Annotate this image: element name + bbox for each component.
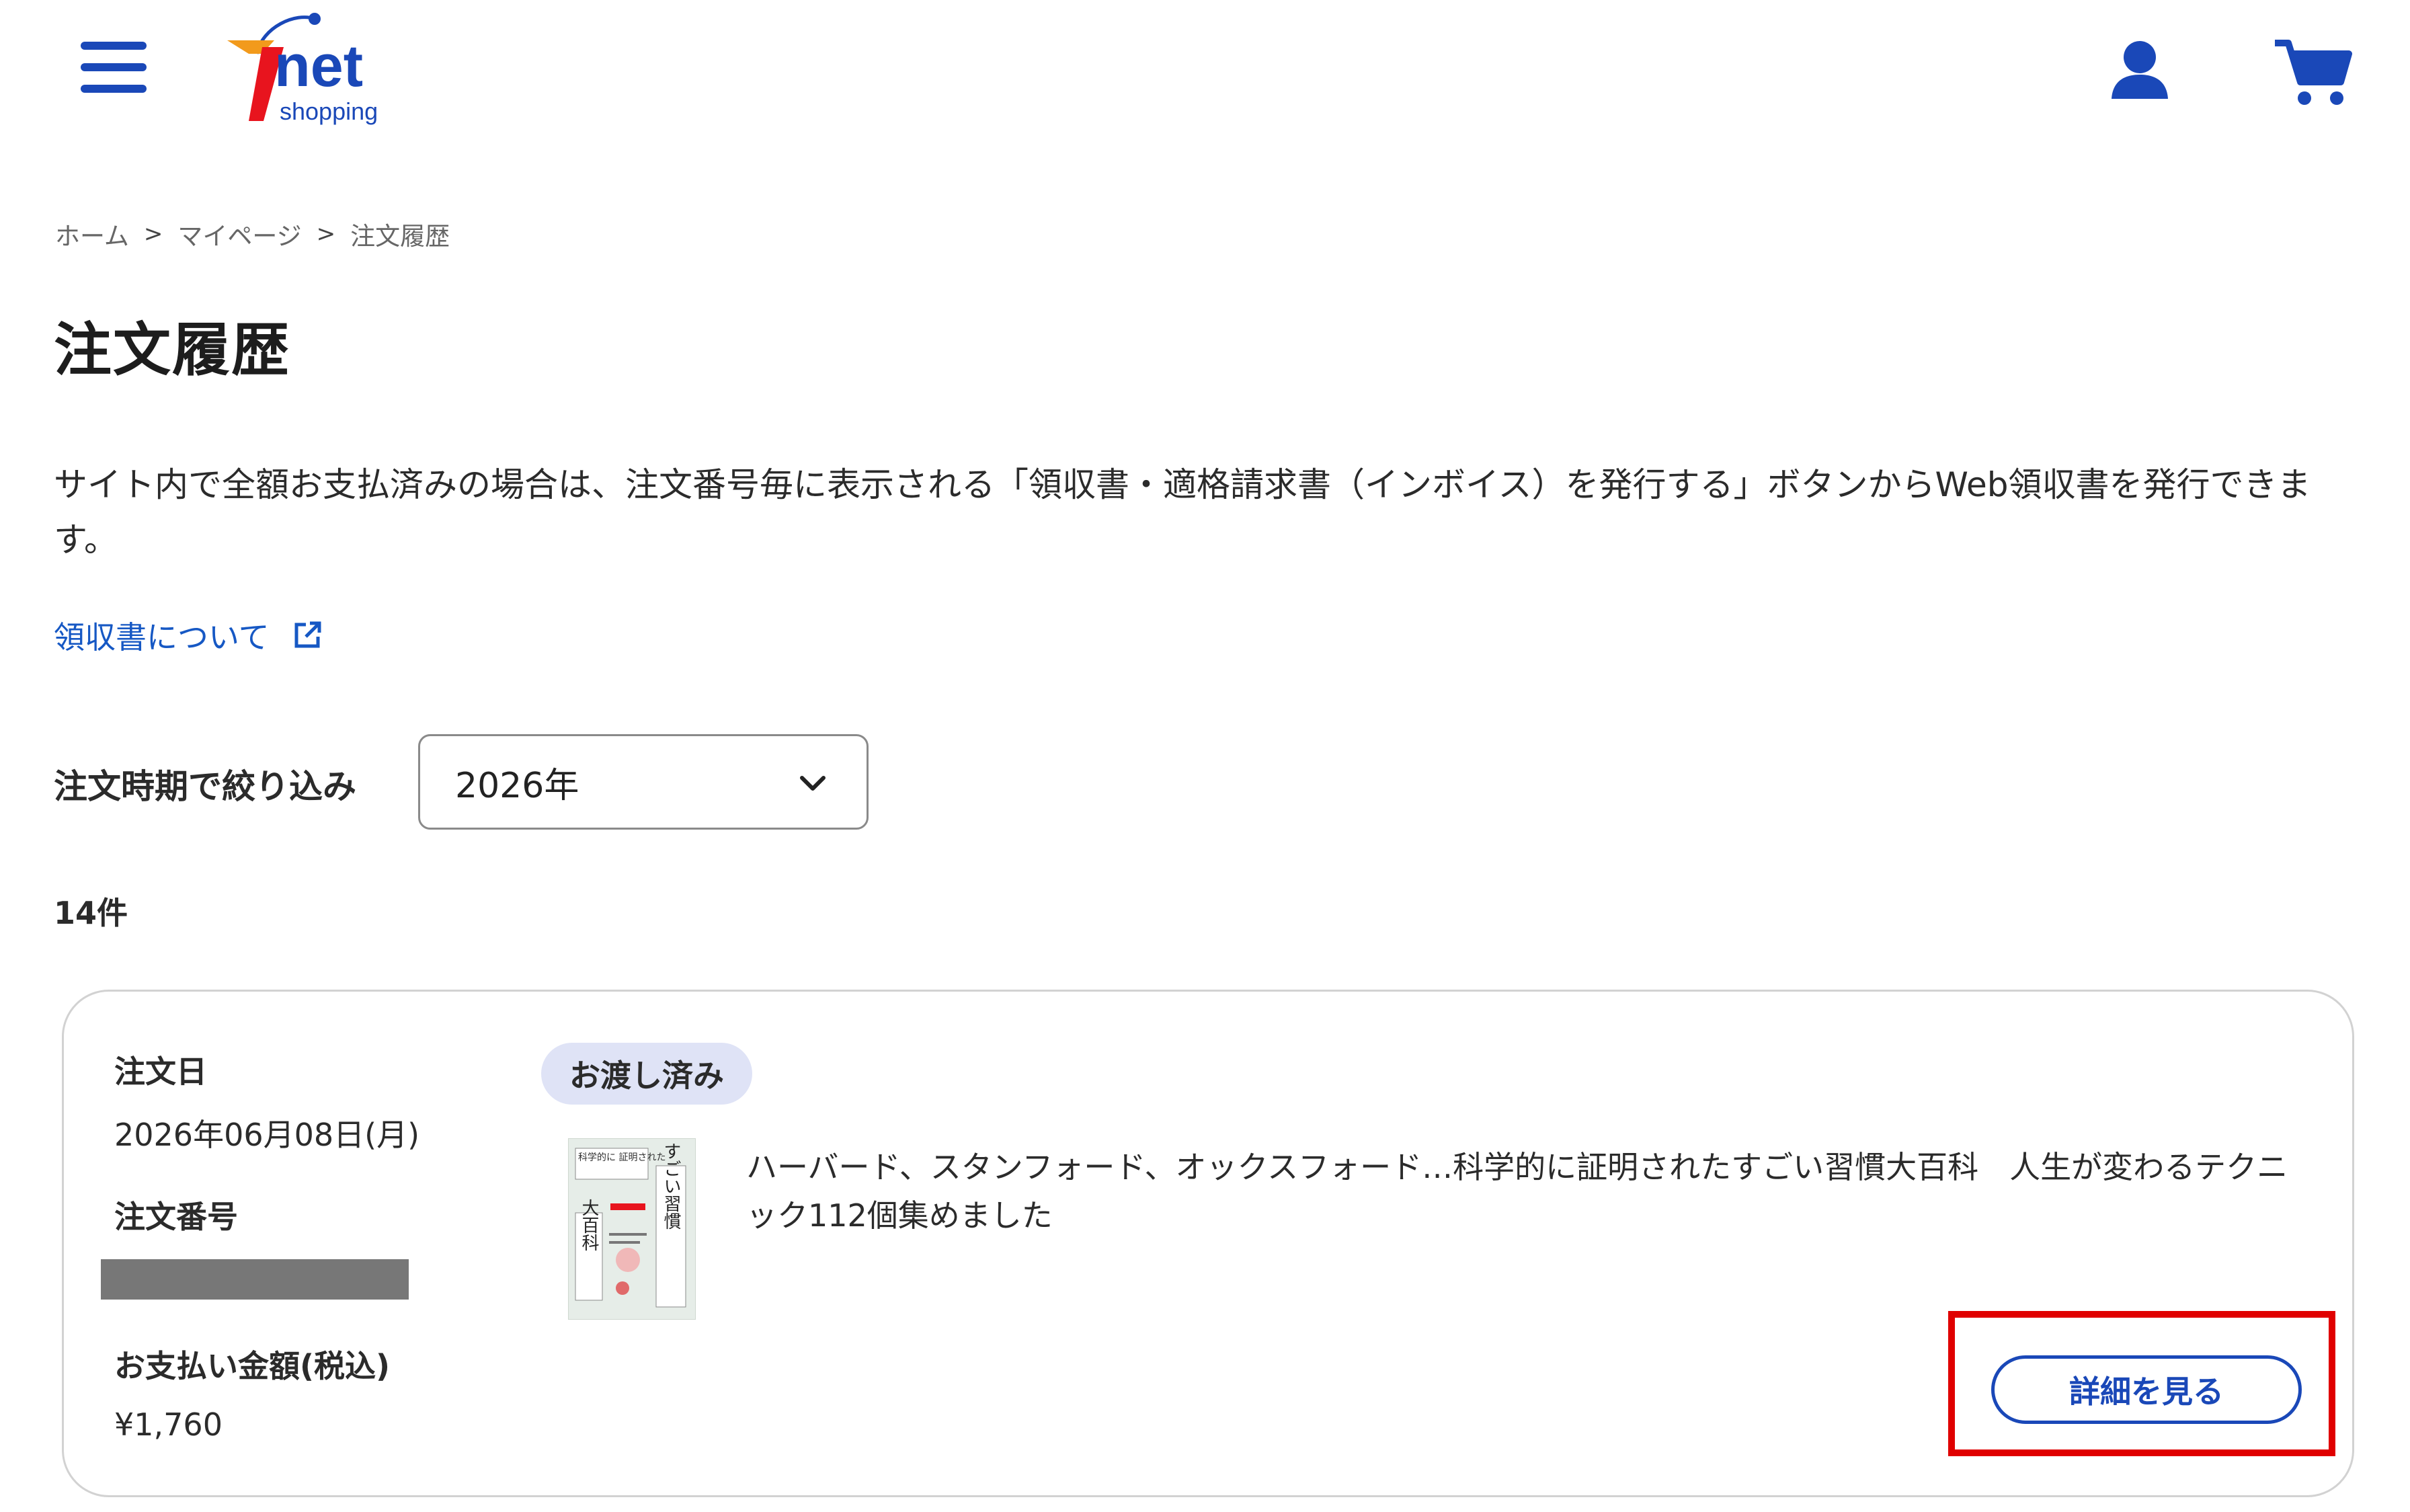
status-badge: お渡し済み: [541, 1043, 752, 1105]
chevron-down-icon: [800, 776, 826, 791]
period-filter-select[interactable]: 2026年: [418, 734, 869, 830]
receipt-info-link-label: 領収書について: [54, 619, 270, 655]
hamburger-menu-icon[interactable]: [81, 42, 147, 93]
order-date-label: 注文日: [114, 1053, 207, 1090]
7net-shopping-logo[interactable]: net shopping: [222, 7, 403, 134]
period-filter-value: 2026年: [455, 765, 579, 806]
product-title[interactable]: ハーバード、スタンフォード、オックスフォード…科学的に証明されたすごい習慣大百科…: [746, 1143, 2299, 1240]
page-title: 注文履歴: [54, 317, 290, 384]
shopping-cart-icon[interactable]: [2272, 35, 2353, 109]
breadcrumb-home[interactable]: ホーム: [55, 216, 129, 252]
period-filter-label: 注文時期で絞り込み: [54, 767, 356, 806]
payment-amount: ¥1,760: [114, 1406, 223, 1443]
receipt-info-link[interactable]: 領収書について: [54, 613, 322, 658]
user-account-icon[interactable]: [2107, 37, 2172, 102]
external-link-icon: [294, 621, 321, 648]
breadcrumb-current: 注文履歴: [350, 222, 450, 251]
svg-text:shopping: shopping: [280, 97, 378, 125]
order-count: 14件: [54, 895, 128, 931]
order-number-redacted: [101, 1259, 409, 1300]
cover-text-main: 大百科: [579, 1199, 599, 1251]
breadcrumb: ホーム > マイページ > 注文履歴: [55, 214, 450, 254]
breadcrumb-mypage[interactable]: マイページ: [177, 216, 301, 252]
product-thumbnail[interactable]: 科学的に 証明された すごい習慣 大百科: [568, 1138, 696, 1320]
payment-amount-label: お支払い金額(税込): [114, 1348, 391, 1384]
cover-text-side: すごい習慣: [661, 1142, 681, 1230]
highlight-annotation-box: [1948, 1311, 2335, 1456]
svg-text:net: net: [274, 32, 363, 99]
chevron-right-icon: >: [143, 221, 163, 247]
order-date: 2026年06月08日(月): [114, 1117, 420, 1153]
cover-text-top: 科学的に 証明された: [578, 1152, 666, 1163]
receipt-notice-text: サイト内で全額お支払済みの場合は、注文番号毎に表示される「領収書・適格請求書（イ…: [54, 465, 2311, 559]
order-number-label: 注文番号: [114, 1199, 238, 1235]
chevron-right-icon: >: [316, 221, 336, 247]
